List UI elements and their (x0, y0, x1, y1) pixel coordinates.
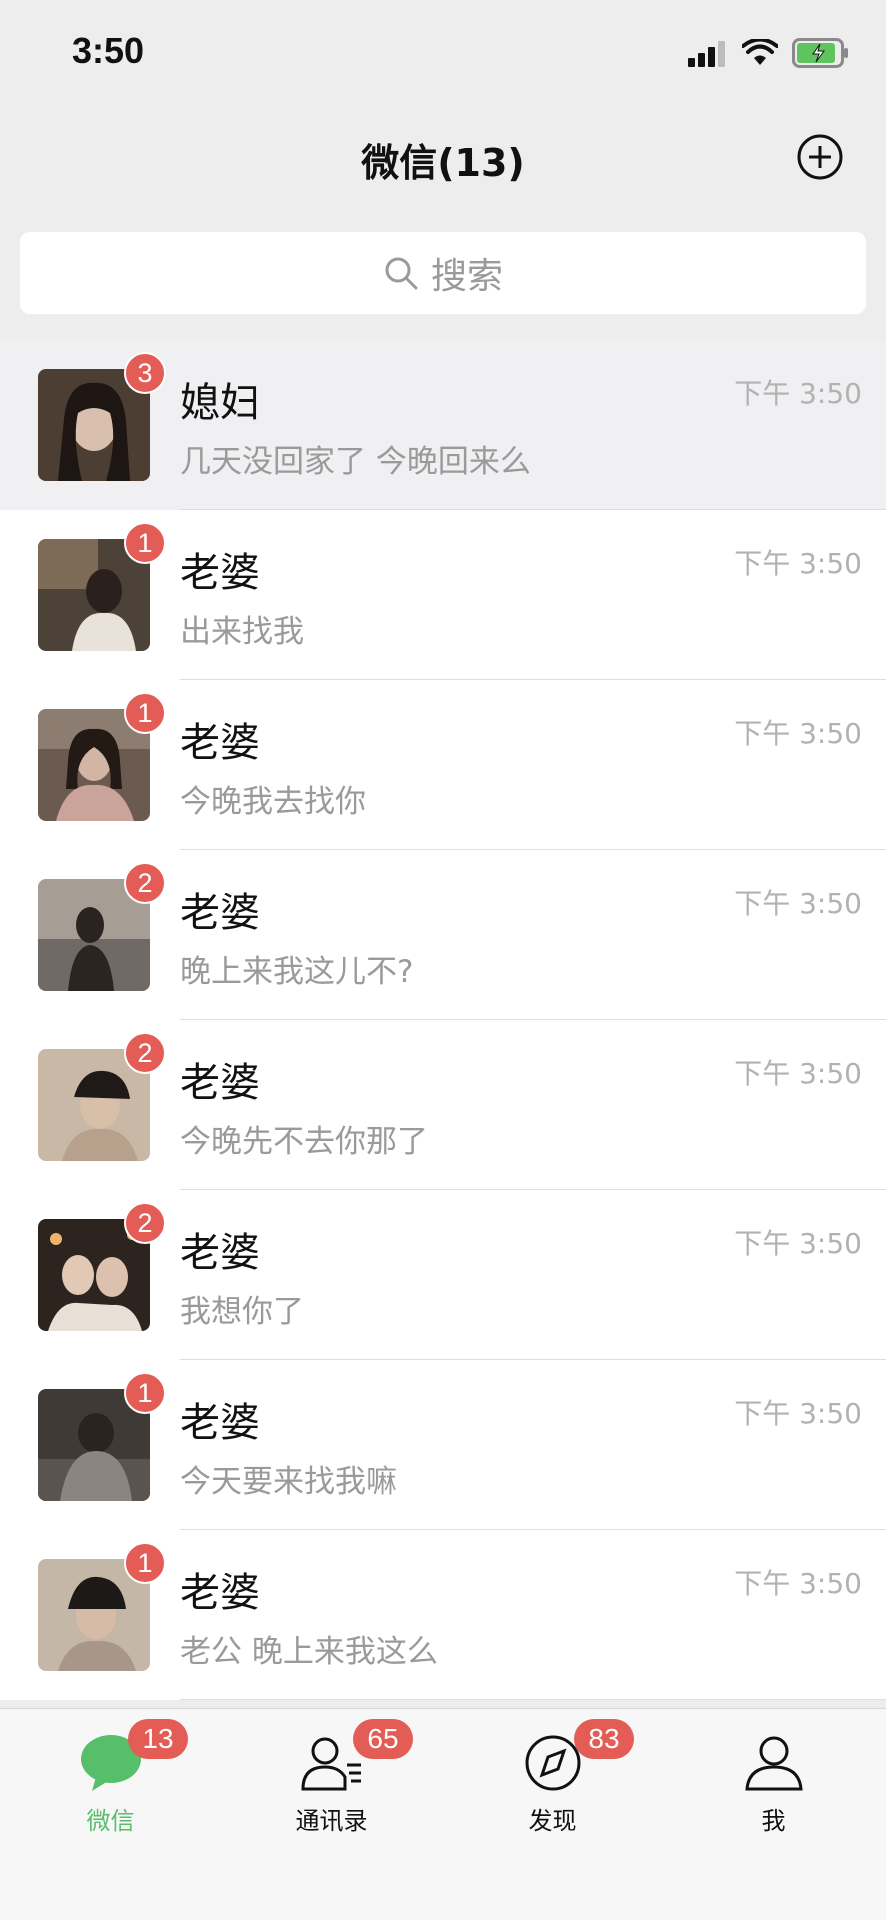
chat-row[interactable]: 1 老婆 今天要来找我嘛 下午 3:50 (0, 1360, 886, 1530)
chat-preview: 今晚先不去你那了 (180, 1124, 428, 1160)
signal-icon (688, 41, 725, 67)
tab-discover[interactable]: 发现 83 (442, 1709, 663, 1859)
chat-name: 老婆 (180, 720, 260, 766)
chat-name: 媳妇 (180, 380, 260, 426)
chat-preview: 今晚我去找你 (180, 784, 366, 820)
chat-name: 老婆 (180, 1400, 260, 1446)
add-button[interactable] (796, 133, 844, 181)
chat-row[interactable]: 2 老婆 我想你了 下午 3:50 (0, 1190, 886, 1360)
tab-label: 我 (761, 1807, 786, 1835)
chat-preview: 几天没回家了 今晚回来么 (180, 444, 531, 480)
status-bar: 3:50 (0, 0, 886, 100)
tab-me[interactable]: 我 (663, 1709, 884, 1859)
tab-bar: 微信 13 通讯录 65 发现 83 我 (0, 1708, 886, 1920)
chat-name: 老婆 (180, 1570, 260, 1616)
unread-badge: 2 (124, 862, 166, 904)
battery-icon (792, 38, 848, 68)
chat-name: 老婆 (180, 890, 260, 936)
unread-badge: 2 (124, 1032, 166, 1074)
chat-name: 老婆 (180, 1060, 260, 1106)
chat-preview: 今天要来找我嘛 (180, 1464, 397, 1500)
search-icon (385, 257, 418, 290)
tab-contacts[interactable]: 通讯录 65 (221, 1709, 442, 1859)
tab-label: 微信 (86, 1807, 135, 1835)
tab-badge: 83 (574, 1719, 634, 1759)
chat-row[interactable]: 1 老婆 出来找我 下午 3:50 (0, 510, 886, 680)
chat-time: 下午 3:50 (734, 547, 862, 580)
status-icons (688, 36, 850, 70)
chat-time: 下午 3:50 (734, 1227, 862, 1260)
search-placeholder: 搜索 (430, 256, 503, 297)
unread-badge: 3 (124, 352, 166, 394)
chat-time: 下午 3:50 (734, 717, 862, 750)
tab-badge: 13 (128, 1719, 188, 1759)
status-time: 3:50 (72, 30, 145, 71)
chat-name: 老婆 (180, 550, 260, 596)
wifi-icon (742, 39, 778, 65)
chat-time: 下午 3:50 (734, 887, 862, 920)
chat-row[interactable]: 2 老婆 晚上来我这儿不? 下午 3:50 (0, 850, 886, 1020)
chat-preview: 晚上来我这儿不? (180, 954, 414, 990)
chat-list: 3 媳妇 几天没回家了 今晚回来么 下午 3:50 1 老婆 出来找我 下午 3… (0, 340, 886, 1700)
divider (180, 1699, 886, 1700)
unread-badge: 1 (124, 1542, 166, 1584)
tab-label: 通讯录 (295, 1807, 368, 1835)
page-title: 微信(13) (361, 141, 525, 185)
chat-time: 下午 3:50 (734, 1567, 862, 1600)
chat-preview: 老公 晚上来我这么 (180, 1634, 438, 1670)
unread-badge: 1 (124, 692, 166, 734)
chat-row[interactable]: 1 老婆 老公 晚上来我这么 下午 3:50 (0, 1530, 886, 1700)
chat-name: 老婆 (180, 1230, 260, 1276)
tab-label: 发现 (528, 1807, 577, 1835)
unread-badge: 1 (124, 1372, 166, 1414)
chat-row[interactable]: 1 老婆 今晚我去找你 下午 3:50 (0, 680, 886, 850)
chat-time: 下午 3:50 (734, 377, 862, 410)
tab-chats[interactable]: 微信 13 (0, 1709, 221, 1859)
chat-time: 下午 3:50 (734, 1057, 862, 1090)
chat-preview: 我想你了 (180, 1294, 304, 1330)
nav-bar: 微信(13) (0, 100, 886, 210)
chat-row[interactable]: 2 老婆 今晚先不去你那了 下午 3:50 (0, 1020, 886, 1190)
person-icon (744, 1736, 803, 1791)
search-input[interactable]: 搜索 (20, 232, 866, 314)
chat-time: 下午 3:50 (734, 1397, 862, 1430)
chat-row[interactable]: 3 媳妇 几天没回家了 今晚回来么 下午 3:50 (0, 340, 886, 510)
unread-badge: 1 (124, 522, 166, 564)
plus-circle-icon (797, 134, 843, 180)
tab-badge: 65 (353, 1719, 413, 1759)
chat-preview: 出来找我 (180, 614, 304, 650)
unread-badge: 2 (124, 1202, 166, 1244)
